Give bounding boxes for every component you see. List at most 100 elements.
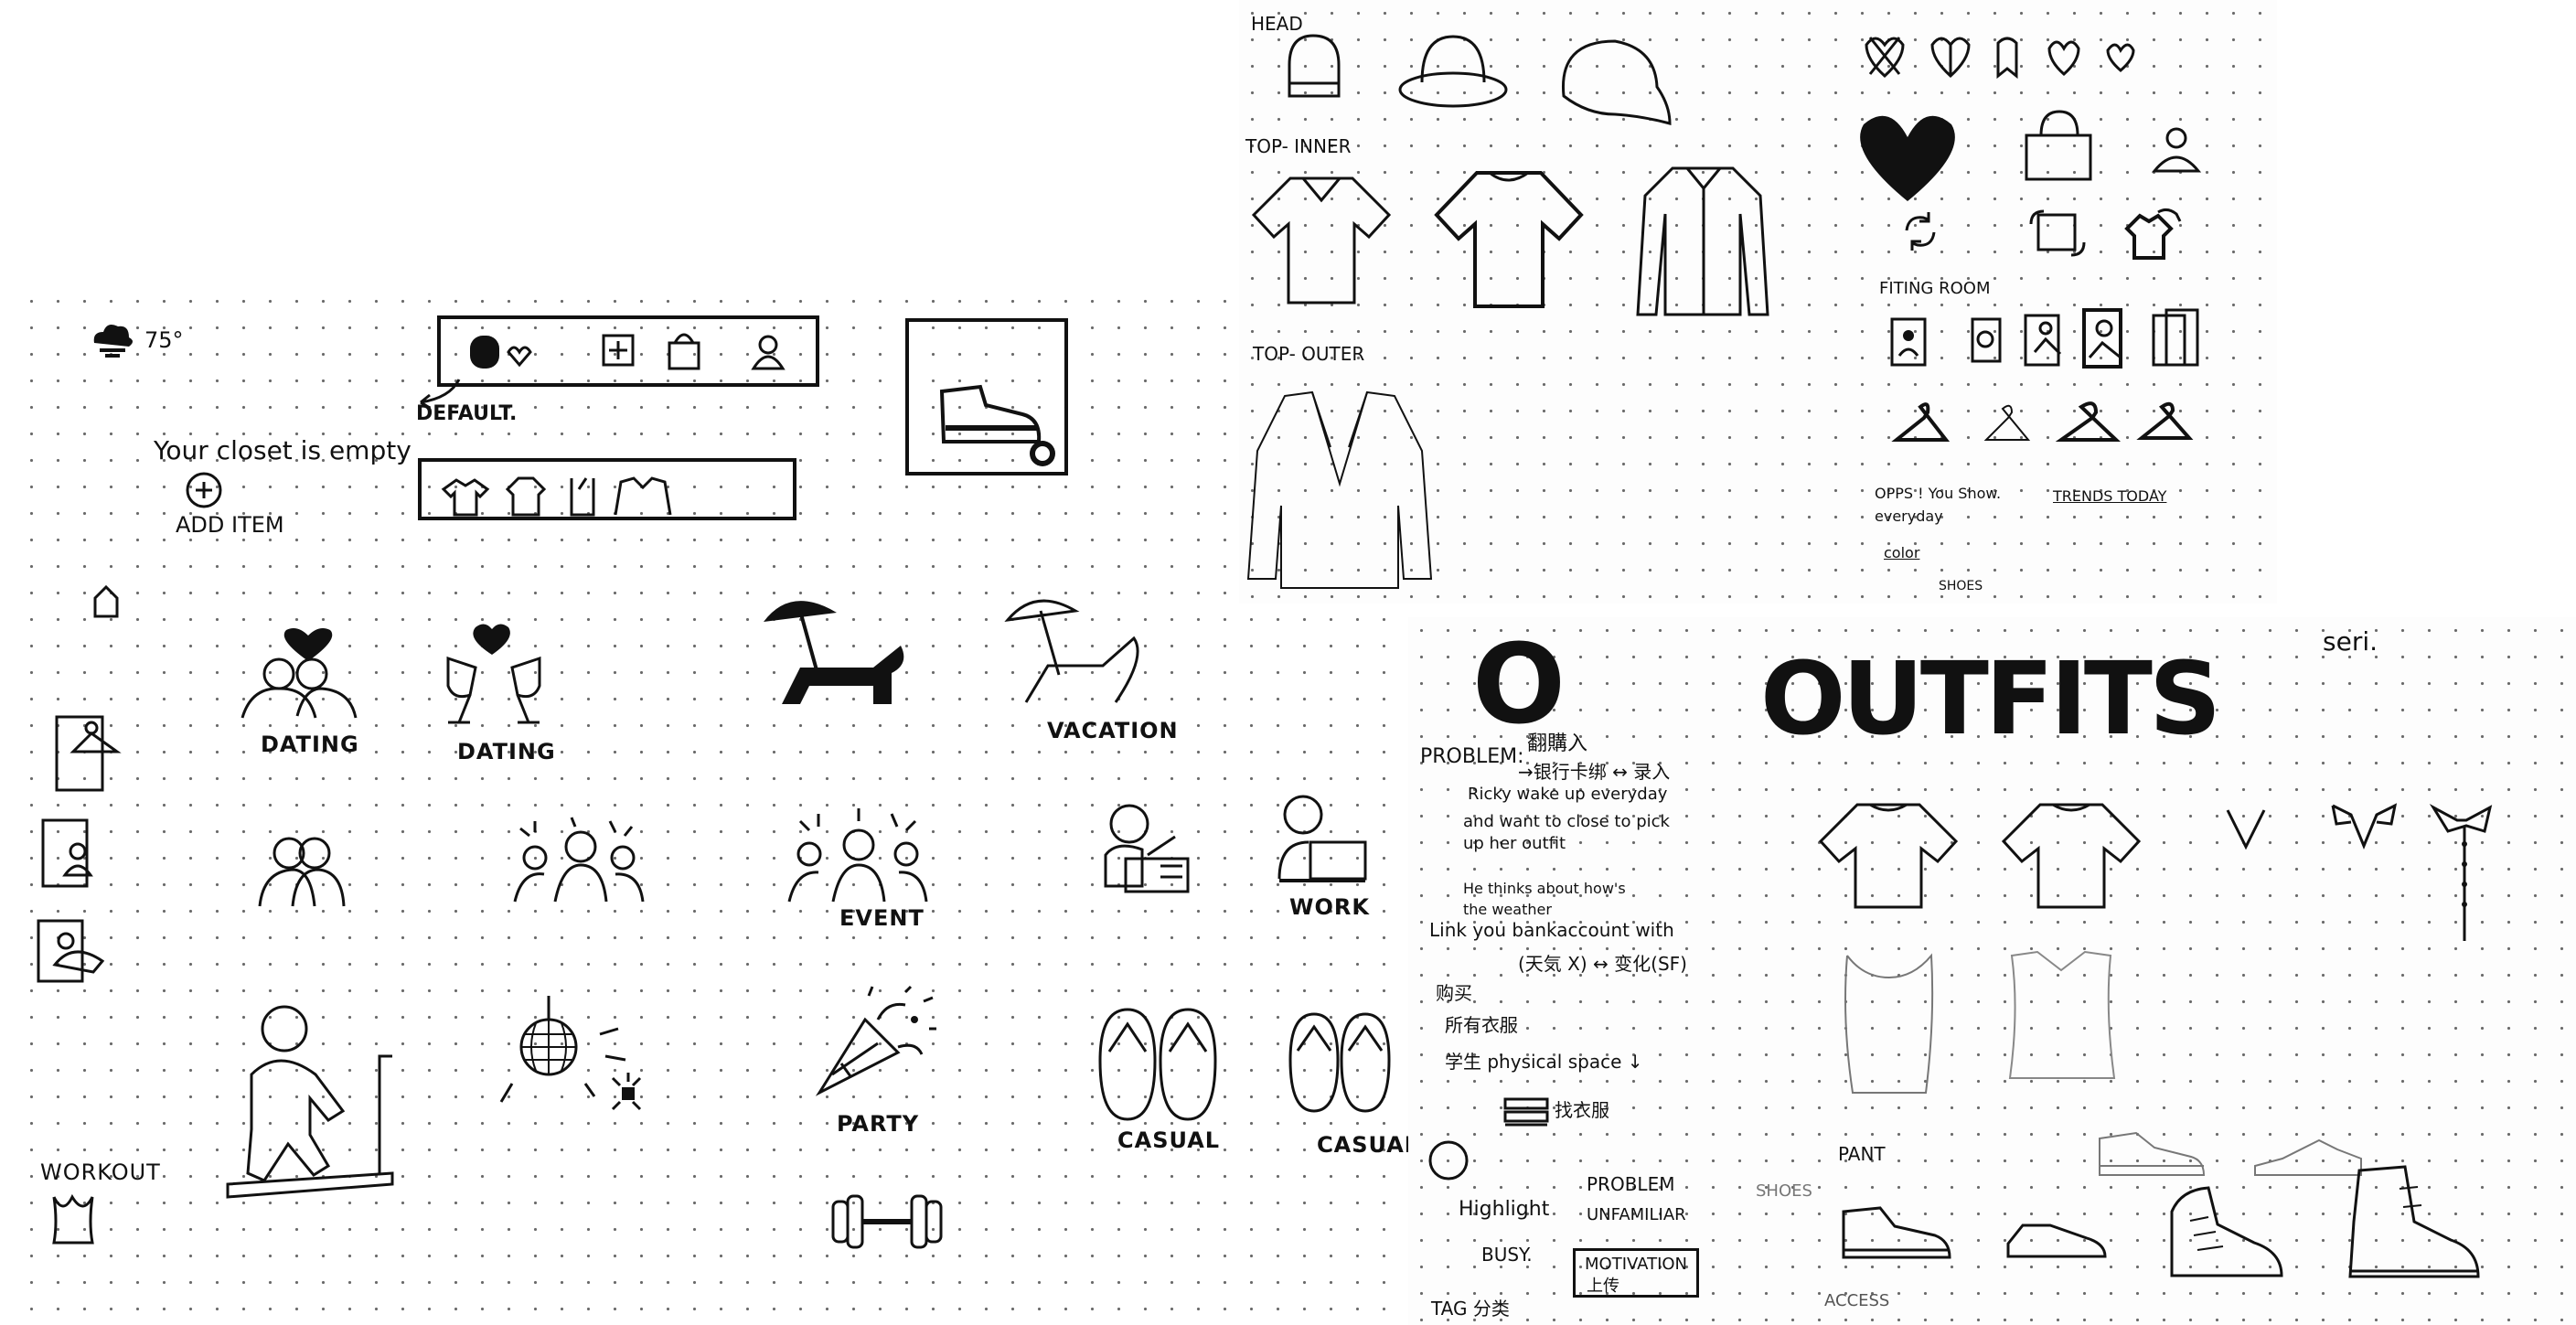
home-icon[interactable] xyxy=(91,583,121,620)
party-label: PARTY xyxy=(837,1111,920,1137)
top-outer-section-label: TOP- OUTER xyxy=(1253,343,1365,365)
highlight-problem: PROBLEM xyxy=(1587,1173,1675,1195)
problem-line-j: 所有衣服 xyxy=(1445,1014,1518,1036)
problem-line-h: (天気 X) ↔ 变化(SF) xyxy=(1518,953,1687,975)
long-shirt-icon[interactable] xyxy=(1632,155,1774,325)
problem-label: PROBLEM: xyxy=(1420,745,1524,768)
shoes-label: SHOES xyxy=(1756,1181,1812,1201)
vacation-label: VACATION xyxy=(1047,718,1179,743)
accessories-label: ACCESS xyxy=(1824,1291,1890,1310)
notes-line-2: everyday xyxy=(1875,508,1943,525)
problem-line-k: 学生 physical space ↓ xyxy=(1445,1051,1643,1073)
default-label: DEFAULT. xyxy=(416,402,518,425)
dating-label-1: DATING xyxy=(261,732,359,757)
work-label: WORK xyxy=(1289,894,1370,920)
flip-flops-icon-1[interactable] xyxy=(1093,1006,1221,1125)
casual-label-1: CASUAL xyxy=(1117,1127,1221,1153)
group-friends-icon[interactable] xyxy=(508,814,654,905)
problem-line-f: the weather xyxy=(1463,901,1552,918)
workout-stepper-icon[interactable] xyxy=(224,1001,407,1202)
clothes-stack-icon xyxy=(1500,1090,1555,1136)
fitting-room-person-icon[interactable] xyxy=(41,818,96,892)
couple-icon[interactable] xyxy=(256,828,347,910)
beanie-icon[interactable] xyxy=(1280,32,1349,105)
clothing-category-row[interactable] xyxy=(416,453,800,526)
work-desk-icon[interactable] xyxy=(1093,800,1193,901)
pant-label: PANT xyxy=(1838,1143,1886,1165)
flip-flops-icon-2[interactable] xyxy=(1285,1010,1395,1116)
blazer-icon[interactable] xyxy=(1248,389,1431,590)
crop-tee-icon-2[interactable] xyxy=(1998,796,2144,914)
tank-top-icon[interactable] xyxy=(50,1193,96,1248)
fitting-room-section-label: FITING ROOM xyxy=(1879,279,1991,298)
wardrobe-switch-icon[interactable] xyxy=(2122,203,2186,262)
tank-sketch-icon-2[interactable] xyxy=(2003,946,2122,1084)
cap-icon[interactable] xyxy=(1555,32,1678,133)
shopping-bag-icon[interactable] xyxy=(2021,110,2099,183)
shoe-icon-1[interactable] xyxy=(1838,1193,1957,1266)
workout-label-side: WORKOUT xyxy=(40,1159,161,1185)
shoe-icon-2[interactable] xyxy=(2003,1207,2112,1262)
dating-label-2: DATING xyxy=(457,739,556,764)
corner-label: seri. xyxy=(2323,626,2378,657)
problem-line-d: up her outfit xyxy=(1463,834,1566,853)
problem-cn-1: 翻購入 xyxy=(1527,732,1588,755)
tshirt-icon[interactable] xyxy=(1431,160,1587,320)
highlight-label: Highlight xyxy=(1459,1198,1550,1221)
tag-label: TAG 分类 xyxy=(1431,1298,1510,1320)
collar-icon[interactable] xyxy=(2327,800,2400,855)
dumbbell-icon[interactable] xyxy=(828,1189,946,1253)
favorite-heart-filled-icon[interactable] xyxy=(1856,110,1961,206)
event-label: EVENT xyxy=(839,905,925,931)
swap-outfit-icon[interactable] xyxy=(2026,206,2090,261)
work-laptop-icon[interactable] xyxy=(1274,791,1374,892)
problem-line-a: →银行卡绑 ↔ 录入 xyxy=(1518,761,1671,783)
motivation-cn: 上传 xyxy=(1587,1277,1619,1296)
profile-person-icon[interactable] xyxy=(2149,123,2204,178)
add-item-label[interactable]: ADD ITEM xyxy=(176,512,284,538)
sneaker-sketch-icon-1[interactable] xyxy=(2094,1120,2213,1189)
busy-label: BUSY. xyxy=(1481,1244,1533,1266)
fitting-room-hanger-icon[interactable] xyxy=(55,713,123,796)
problem-line-g: Link you bankaccount with xyxy=(1429,919,1674,941)
tank-sketch-icon-1[interactable] xyxy=(1838,946,1939,1093)
high-top-icon[interactable] xyxy=(2154,1184,2291,1285)
event-crowd-icon[interactable] xyxy=(782,805,937,905)
logo-word: OUTFITS xyxy=(1760,640,2221,757)
problem-line-l: 找衣服 xyxy=(1555,1099,1609,1121)
dating-toast-icon[interactable] xyxy=(430,622,567,732)
problem-line-i: 购买 xyxy=(1436,982,1472,1004)
top-inner-section-label: TOP- INNER xyxy=(1245,135,1352,157)
heart-variants-icon[interactable] xyxy=(1861,32,2163,82)
casual-label-2: CASUAI xyxy=(1317,1132,1414,1158)
fitting-room-mirror-icon[interactable] xyxy=(37,919,110,985)
nav-bar-sketch[interactable] xyxy=(437,315,821,389)
empty-closet-message: Your closet is empty xyxy=(154,435,412,465)
v-neck-icon[interactable] xyxy=(2222,805,2277,850)
disco-ball-icon[interactable] xyxy=(485,992,668,1129)
fitting-room-icon-row[interactable] xyxy=(1888,306,2218,375)
dating-couple-heart-icon[interactable] xyxy=(233,626,379,727)
vacation-chair-icon[interactable] xyxy=(1004,594,1150,713)
beach-umbrella-chair-icon[interactable] xyxy=(754,594,919,713)
notes-line-3: color xyxy=(1884,544,1920,561)
crop-tee-icon-1[interactable] xyxy=(1815,796,1961,914)
button-shirt-collar-icon[interactable] xyxy=(2428,800,2501,946)
highlight-unfamiliar: UNFAMILIAR xyxy=(1587,1205,1686,1224)
bowler-hat-icon[interactable] xyxy=(1395,27,1513,114)
refresh-icon[interactable] xyxy=(1897,208,1943,254)
sneaker-card[interactable] xyxy=(905,318,1070,478)
boot-icon[interactable] xyxy=(2323,1161,2487,1289)
cloud-sun-icon xyxy=(93,325,133,361)
party-popper-icon[interactable] xyxy=(814,983,942,1102)
trends-today-label: TRENDS TODAY xyxy=(2053,487,2167,505)
problem-line-c: and want to close to pick xyxy=(1463,812,1670,831)
notes-line-1: OPPS ! You Show. xyxy=(1875,485,2002,502)
hanger-icon-row[interactable] xyxy=(1893,398,2204,448)
add-item-icon[interactable] xyxy=(181,471,227,509)
circle-note-icon xyxy=(1427,1138,1470,1182)
polo-shirt-icon[interactable] xyxy=(1248,160,1395,315)
problem-line-b: Ricky wake up everyday xyxy=(1468,785,1668,804)
temperature-text: 75° xyxy=(144,327,184,353)
notes-line-4: SHOES xyxy=(1939,579,1983,593)
